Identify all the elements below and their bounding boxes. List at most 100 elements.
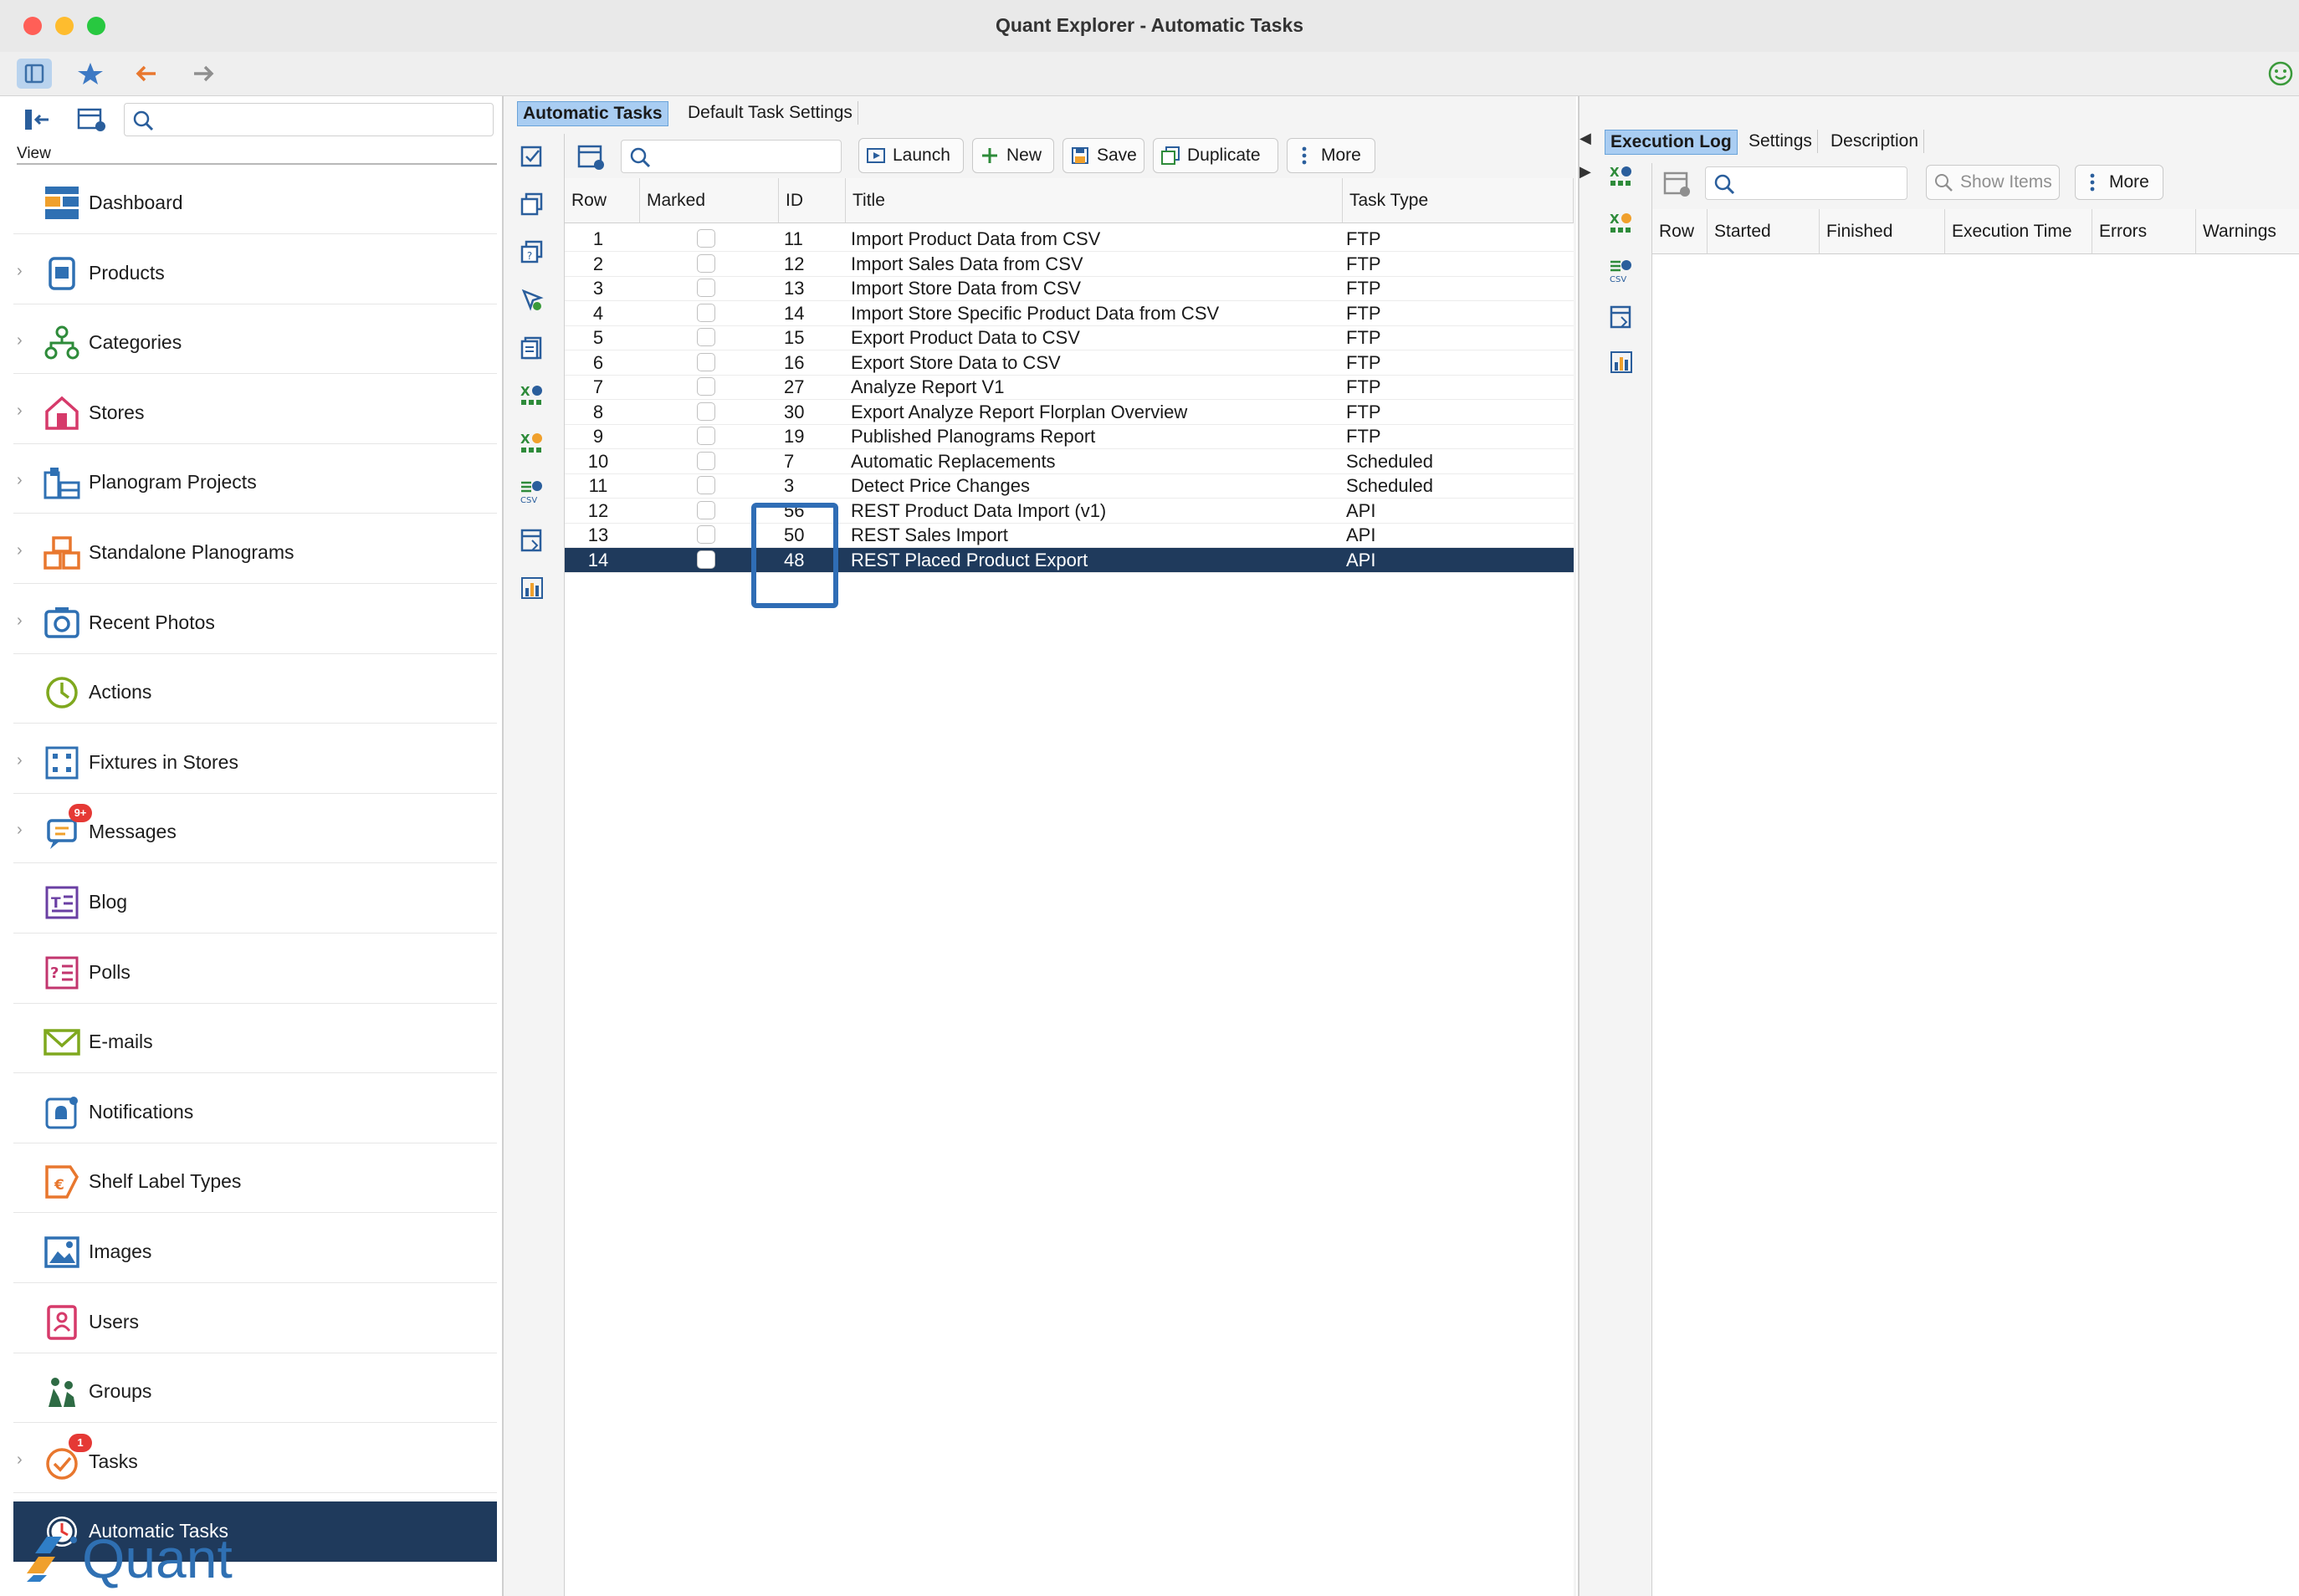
tab-automatic-tasks[interactable]: Automatic Tasks: [517, 101, 668, 126]
collapse-arrow-icon[interactable]: ◀: [1580, 130, 1598, 155]
execution-column-header-warnings[interactable]: Warnings: [2196, 209, 2299, 254]
tasks-search-input[interactable]: [621, 140, 842, 173]
duplicate-button[interactable]: Duplicate: [1153, 138, 1278, 173]
forward-button[interactable]: [186, 59, 219, 89]
marked-checkbox[interactable]: [697, 500, 715, 519]
select-all-icon[interactable]: [519, 142, 545, 169]
column-header-id[interactable]: ID: [779, 178, 846, 223]
execution-column-header-started[interactable]: Started: [1708, 209, 1820, 254]
table-row[interactable]: 2 12 Import Sales Data from CSV FTP: [565, 252, 1574, 277]
chevron-right-icon[interactable]: ›: [17, 611, 23, 631]
csv-import-icon[interactable]: CSV: [1608, 257, 1635, 284]
marked-checkbox[interactable]: [697, 253, 715, 273]
column-header-marked[interactable]: Marked: [640, 178, 779, 223]
table-row[interactable]: 12 56 REST Product Data Import (v1) API: [565, 499, 1574, 524]
sidebar-item-standalone-planograms[interactable]: › Standalone Planograms: [13, 523, 497, 584]
cursor-select-icon[interactable]: [519, 286, 545, 313]
sidebar-item-users[interactable]: Users: [13, 1292, 497, 1353]
chevron-right-icon[interactable]: ›: [17, 821, 23, 840]
sidebar-item-images[interactable]: Images: [13, 1222, 497, 1283]
marked-checkbox[interactable]: [697, 402, 715, 421]
sidebar-item-categories[interactable]: › Categories: [13, 313, 497, 375]
execution-column-header-finished[interactable]: Finished: [1820, 209, 1945, 254]
sidebar-item-groups[interactable]: Groups: [13, 1362, 497, 1424]
column-settings-button[interactable]: [574, 140, 607, 173]
execution-column-settings-button[interactable]: [1660, 166, 1693, 200]
favorites-button[interactable]: [74, 59, 107, 89]
table-row[interactable]: 1 11 Import Product Data from CSV FTP: [565, 227, 1574, 252]
tab-settings[interactable]: Settings: [1743, 130, 1818, 153]
marked-checkbox[interactable]: [697, 427, 715, 445]
marked-checkbox[interactable]: [697, 229, 715, 248]
excel-import-icon[interactable]: X: [519, 382, 545, 409]
help-copy-icon[interactable]: ?: [519, 238, 545, 265]
marked-checkbox[interactable]: [697, 451, 715, 470]
sidebar-item-messages[interactable]: › 9+ Messages: [13, 802, 497, 864]
sidebar-item-fixtures-in-stores[interactable]: › Fixtures in Stores: [13, 733, 497, 794]
table-row[interactable]: 11 3 Detect Price Changes Scheduled: [565, 473, 1574, 499]
back-button[interactable]: [131, 59, 164, 89]
marked-checkbox[interactable]: [697, 303, 715, 322]
csv-import-icon[interactable]: CSV: [519, 478, 545, 504]
execution-more-button[interactable]: More: [2075, 165, 2163, 200]
table-row[interactable]: 10 7 Automatic Replacements Scheduled: [565, 449, 1574, 474]
tab-default-task-settings[interactable]: Default Task Settings: [683, 101, 858, 125]
chevron-right-icon[interactable]: ›: [17, 1450, 23, 1470]
table-row[interactable]: 9 19 Published Planograms Report FTP: [565, 424, 1574, 449]
chevron-right-icon[interactable]: ›: [17, 402, 23, 421]
navigation-search-input[interactable]: [124, 103, 494, 136]
sidebar-item-recent-photos[interactable]: › Recent Photos: [13, 593, 497, 654]
chevron-right-icon[interactable]: ›: [17, 331, 23, 350]
tree-view-button[interactable]: [22, 105, 55, 135]
more-button[interactable]: More: [1287, 138, 1375, 173]
execution-search-input[interactable]: [1705, 166, 1907, 200]
sidebar-item-e-mails[interactable]: E-mails: [13, 1012, 497, 1074]
marked-checkbox[interactable]: [697, 328, 715, 346]
excel-export-icon[interactable]: X: [1608, 210, 1635, 237]
bar-chart-icon[interactable]: [519, 575, 545, 601]
marked-checkbox[interactable]: [697, 352, 715, 371]
table-row[interactable]: 7 27 Analyze Report V1 FTP: [565, 375, 1574, 400]
marked-checkbox[interactable]: [697, 525, 715, 544]
show-items-button[interactable]: Show Items: [1926, 165, 2060, 200]
chevron-right-icon[interactable]: ›: [17, 262, 23, 281]
table-row[interactable]: 8 30 Export Analyze Report Florplan Overvi…: [565, 400, 1574, 425]
column-header-title[interactable]: Title: [846, 178, 1343, 223]
sidebar-item-tasks[interactable]: › 1 Tasks: [13, 1432, 497, 1493]
table-transfer-icon[interactable]: [519, 527, 545, 554]
marked-checkbox[interactable]: [697, 550, 715, 569]
sidebar-item-planogram-projects[interactable]: › Planogram Projects: [13, 453, 497, 514]
sidebar-item-dashboard[interactable]: Dashboard: [13, 173, 497, 234]
document-list-icon[interactable]: [519, 335, 545, 361]
sidebar-item-polls[interactable]: ? Polls: [13, 943, 497, 1004]
column-header-task-type[interactable]: Task Type: [1343, 178, 1574, 223]
execution-column-header-errors[interactable]: Errors: [2092, 209, 2196, 254]
column-header-row[interactable]: Row: [565, 178, 640, 223]
chevron-right-icon[interactable]: ›: [17, 751, 23, 770]
sidebar-item-notifications[interactable]: Notifications: [13, 1082, 497, 1143]
table-settings-button[interactable]: [75, 105, 109, 135]
chevron-right-icon[interactable]: ›: [17, 541, 23, 560]
table-row[interactable]: 5 15 Export Product Data to CSV FTP: [565, 325, 1574, 350]
table-row[interactable]: 13 50 REST Sales Import API: [565, 523, 1574, 548]
excel-import-icon[interactable]: X: [1608, 163, 1635, 190]
tab-description[interactable]: Description: [1825, 130, 1925, 153]
sidebar-item-blog[interactable]: T Blog: [13, 872, 497, 934]
bar-chart-icon[interactable]: [1608, 349, 1635, 376]
table-row[interactable]: 6 16 Export Store Data to CSV FTP: [565, 350, 1574, 376]
sidebar-toggle-button[interactable]: [17, 59, 52, 89]
launch-button[interactable]: Launch: [858, 138, 964, 173]
sidebar-item-products[interactable]: › Products: [13, 243, 497, 304]
execution-column-header-execution-time[interactable]: Execution Time: [1945, 209, 2092, 254]
marked-checkbox[interactable]: [697, 279, 715, 297]
feedback-button[interactable]: [2266, 59, 2296, 89]
new-button[interactable]: New: [972, 138, 1054, 173]
tab-execution-log[interactable]: Execution Log: [1605, 130, 1738, 155]
chevron-right-icon[interactable]: ›: [17, 471, 23, 490]
copy-icon[interactable]: [519, 191, 545, 217]
excel-export-icon[interactable]: X: [519, 430, 545, 457]
sidebar-item-shelf-label-types[interactable]: € Shelf Label Types: [13, 1152, 497, 1214]
marked-checkbox[interactable]: [697, 377, 715, 396]
sidebar-item-stores[interactable]: › Stores: [13, 383, 497, 444]
table-transfer-icon[interactable]: [1608, 304, 1635, 330]
